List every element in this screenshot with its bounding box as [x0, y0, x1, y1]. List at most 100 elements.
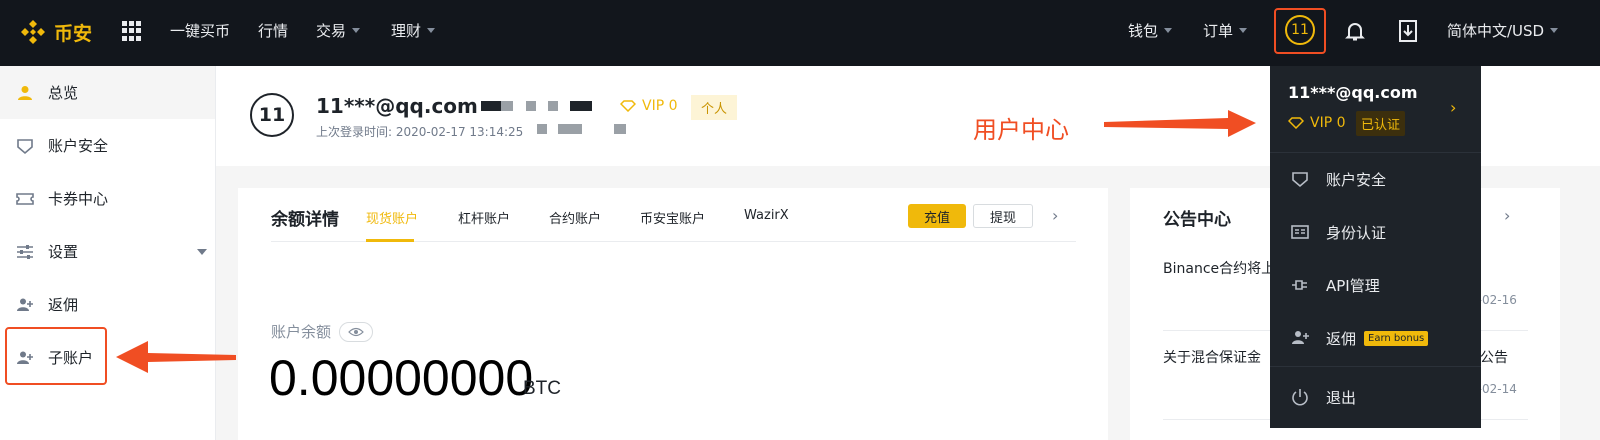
- logo-text: 币安: [54, 22, 93, 45]
- api-plug-icon: [1292, 280, 1307, 290]
- redacted-block: [570, 101, 582, 111]
- tab-savings[interactable]: 币安宝账户: [640, 208, 705, 227]
- tab-spot[interactable]: 现货账户: [366, 208, 418, 227]
- announcement-item[interactable]: 关于混合保证金: [1163, 347, 1261, 367]
- chevron-down-icon: [1550, 28, 1559, 33]
- user-avatar-button[interactable]: 11: [1274, 8, 1326, 54]
- chevron-down-icon: [1239, 28, 1248, 33]
- user-plus-icon: [1292, 331, 1309, 344]
- balance-unit: BTC: [523, 378, 561, 399]
- sidebar-item-settings[interactable]: 设置: [0, 225, 215, 278]
- sidebar-item-coupons[interactable]: 卡券中心: [0, 172, 215, 225]
- vip-level[interactable]: VIP 0: [620, 98, 678, 114]
- account-type-badge: 个人: [691, 95, 738, 120]
- chevron-down-icon: [352, 28, 361, 33]
- nav-markets-label: 行情: [258, 22, 289, 40]
- dropdown-item-label: 返佣: [1326, 329, 1357, 348]
- dropdown-vip-label: VIP 0: [1310, 115, 1346, 131]
- eye-icon[interactable]: [339, 321, 374, 342]
- account-balance-label: 账户余额: [271, 321, 374, 342]
- redacted-block: [558, 124, 582, 134]
- sidebar-item-label: 账户安全: [48, 137, 109, 155]
- vip-label: VIP 0: [642, 98, 678, 114]
- tab-margin[interactable]: 杠杆账户: [458, 208, 510, 227]
- redacted-block: [501, 101, 513, 111]
- nav-buy-crypto-label: 一键买币: [170, 22, 231, 40]
- apps-grid-icon[interactable]: [122, 21, 142, 41]
- account-balance-text: 账户余额: [271, 323, 332, 341]
- balance-title: 余额详情: [271, 210, 339, 230]
- dropdown-divider: [1270, 366, 1481, 367]
- dropdown-item-security[interactable]: 账户安全: [1270, 154, 1481, 204]
- balance-amount: 0.00000000: [269, 350, 534, 406]
- chevron-right-icon[interactable]: ›: [1052, 206, 1058, 225]
- binance-logo[interactable]: 币安: [18, 17, 92, 47]
- ticket-icon: [16, 192, 34, 205]
- bell-icon[interactable]: [1343, 19, 1367, 43]
- dropdown-item-referral[interactable]: 返佣 Earn bonus: [1270, 313, 1481, 363]
- nav-finance-label: 理财: [391, 22, 422, 40]
- last-login-time: 上次登录时间: 2020-02-17 13:14:25: [316, 125, 524, 139]
- language-currency-selector[interactable]: 简体中文/USD: [1447, 20, 1559, 41]
- chevron-down-icon: [1164, 28, 1173, 33]
- withdraw-button[interactable]: 提现: [973, 204, 1033, 228]
- nav-wallet[interactable]: 钱包: [1128, 20, 1173, 41]
- sidebar-item-label: 设置: [48, 243, 79, 261]
- dropdown-user-email: 11***@qq.com: [1288, 83, 1418, 102]
- dropdown-item-api[interactable]: API管理: [1270, 260, 1481, 310]
- nav-trade[interactable]: 交易: [316, 20, 361, 41]
- announcement-title: 公告中心: [1163, 210, 1231, 230]
- dropdown-item-logout[interactable]: 退出: [1270, 372, 1481, 422]
- redacted-block: [582, 101, 592, 111]
- nav-buy-crypto[interactable]: 一键买币: [170, 20, 230, 41]
- user-plus-icon: [17, 298, 33, 311]
- chevron-right-icon[interactable]: ›: [1504, 206, 1510, 225]
- nav-finance[interactable]: 理财: [391, 20, 436, 41]
- redacted-block: [548, 101, 558, 111]
- annotation-label-user-center: 用户中心: [973, 116, 1069, 144]
- dropdown-item-identity[interactable]: 身份认证: [1270, 207, 1481, 257]
- download-icon[interactable]: [1397, 19, 1419, 43]
- dropdown-vip-level: VIP 0: [1288, 115, 1346, 131]
- nav-orders-label: 订单: [1203, 22, 1234, 40]
- user-icon: [18, 85, 32, 100]
- chevron-right-icon[interactable]: ›: [1450, 98, 1456, 117]
- sidebar-item-label: 总览: [48, 84, 79, 102]
- dropdown-divider: [1270, 152, 1481, 153]
- chevron-down-icon: [197, 249, 207, 255]
- avatar: 11: [250, 93, 294, 137]
- sidebar-item-security[interactable]: 账户安全: [0, 119, 215, 172]
- binance-logo-icon: [21, 20, 45, 44]
- dropdown-item-label: 退出: [1326, 388, 1357, 407]
- diamond-icon: [1288, 117, 1304, 129]
- settings-sliders-icon: [17, 244, 33, 259]
- dropdown-item-label: 账户安全: [1326, 170, 1387, 189]
- sidebar-item-label: 返佣: [48, 296, 79, 314]
- redacted-block: [526, 101, 536, 111]
- sidebar-item-overview[interactable]: 总览: [0, 66, 215, 119]
- annotation-highlight-box: [5, 327, 107, 385]
- user-center-dropdown: 11***@qq.com VIP 0 已认证 › 账户安全 身份认证 API管理…: [1270, 66, 1481, 428]
- sidebar-item-referral[interactable]: 返佣: [0, 278, 215, 331]
- power-icon: [1292, 389, 1308, 406]
- verified-badge: 已认证: [1356, 111, 1406, 136]
- announcement-item-suffix: 公告: [1480, 350, 1508, 366]
- redacted-block: [537, 124, 547, 134]
- dropdown-item-label: 身份认证: [1326, 223, 1387, 242]
- sidebar-item-label: 卡券中心: [48, 190, 109, 208]
- tab-wazirx[interactable]: WazirX: [744, 208, 789, 223]
- balance-panel: 余额详情 现货账户 杠杆账户 合约账户 币安宝账户 WazirX 充值 提现 ›…: [238, 188, 1108, 440]
- nav-wallet-label: 钱包: [1128, 22, 1159, 40]
- nav-markets[interactable]: 行情: [258, 20, 288, 41]
- dropdown-item-label: API管理: [1326, 276, 1380, 295]
- announcement-item[interactable]: Binance合约将上: [1163, 258, 1275, 278]
- chevron-down-icon: [427, 28, 436, 33]
- redacted-block: [481, 101, 501, 111]
- avatar: 11: [1285, 15, 1315, 45]
- tab-futures[interactable]: 合约账户: [549, 208, 601, 227]
- nav-orders[interactable]: 订单: [1203, 20, 1248, 41]
- diamond-icon: [620, 100, 636, 112]
- deposit-button[interactable]: 充值: [908, 204, 966, 228]
- nav-trade-label: 交易: [316, 22, 347, 40]
- user-email: 11***@qq.com: [316, 94, 478, 118]
